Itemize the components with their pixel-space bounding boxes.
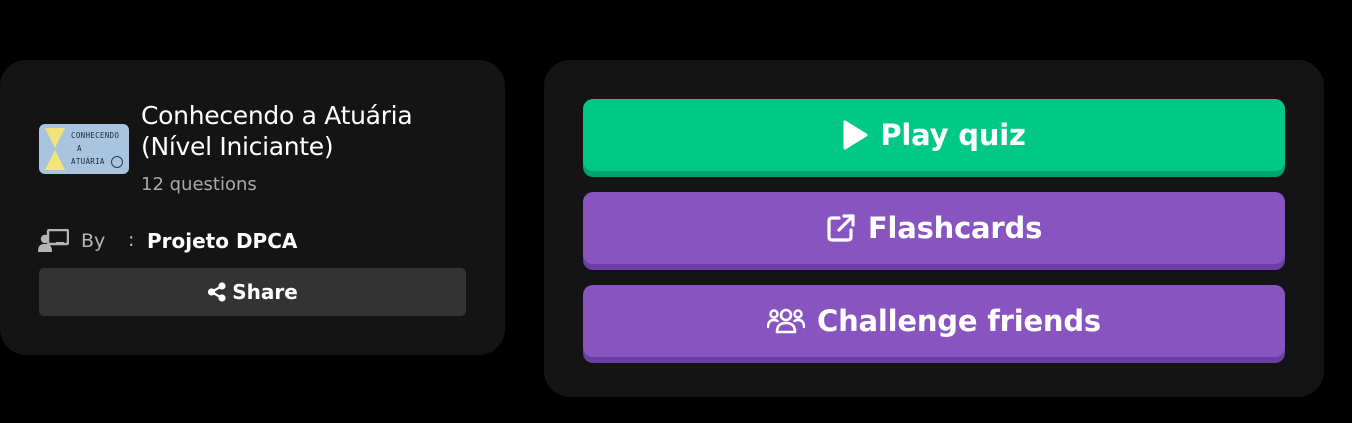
seal-icon [111, 156, 123, 168]
share-button-label: Share [232, 280, 298, 304]
play-quiz-label: Play quiz [880, 118, 1026, 152]
play-icon [843, 120, 868, 150]
external-link-icon [827, 214, 855, 242]
thumbnail-text-line1: CONHECENDO [71, 131, 120, 140]
by-separator: : [128, 229, 135, 251]
quiz-thumbnail: CONHECENDO A ATUÁRIA [39, 124, 129, 174]
quiz-title-line1: Conhecendo a Atuária [141, 101, 413, 130]
question-count: 12 questions [141, 174, 257, 195]
quiz-title-line2: (Nível Iniciante) [141, 132, 334, 162]
hourglass-top-shape [45, 128, 65, 148]
teacher-board-icon [38, 229, 69, 252]
hourglass-bottom-shape [45, 150, 65, 170]
share-button[interactable]: Share [39, 268, 466, 316]
share-icon [208, 282, 226, 302]
thumbnail-text-line2: A [77, 144, 82, 153]
flashcards-button[interactable]: Flashcards [583, 192, 1285, 264]
users-icon [766, 308, 805, 334]
quiz-title: Conhecendo a Atuária (Nível Iniciante) [141, 100, 471, 163]
challenge-friends-button[interactable]: Challenge friends [583, 285, 1285, 357]
challenge-friends-label: Challenge friends [816, 304, 1101, 338]
thumbnail-text-line3: ATUÁRIA [71, 157, 105, 166]
author-byline: By : Projeto DPCA [38, 226, 297, 256]
play-quiz-button[interactable]: Play quiz [583, 99, 1285, 171]
by-label: By [81, 230, 106, 252]
flashcards-label: Flashcards [867, 211, 1043, 245]
author-name[interactable]: Projeto DPCA [147, 229, 297, 253]
